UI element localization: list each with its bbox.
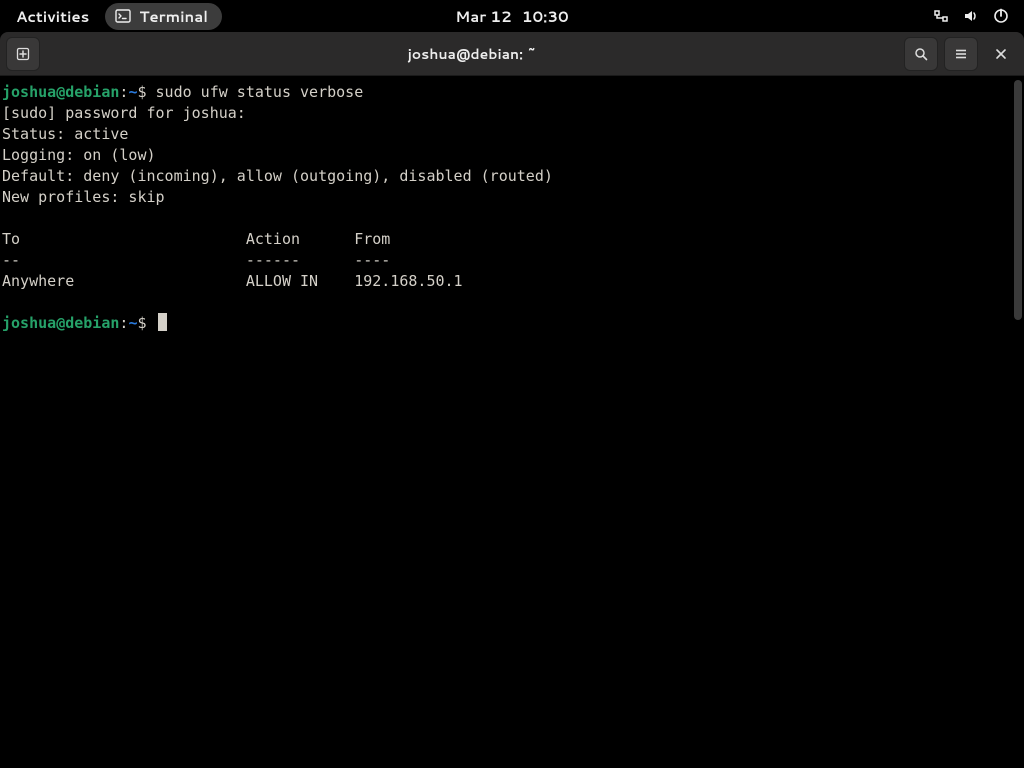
network-icon[interactable]	[932, 7, 950, 25]
terminal-app-icon	[115, 8, 131, 24]
prompt-user: joshua	[2, 83, 56, 101]
activities-button[interactable]: Activities	[8, 4, 97, 29]
topbar-time: 10:30	[522, 6, 569, 27]
prompt-dollar: $	[137, 314, 146, 332]
topbar-left: Activities Terminal	[8, 3, 222, 30]
window-titlebar: joshua@debian: ~	[0, 32, 1024, 76]
app-menu-button[interactable]: Terminal	[105, 3, 222, 30]
prompt-host: debian	[65, 314, 119, 332]
new-tab-button[interactable]	[6, 37, 40, 71]
clock-button[interactable]: Mar 12 10:30	[455, 6, 569, 27]
output-line: Anywhere ALLOW IN 192.168.50.1	[2, 272, 589, 290]
cursor-icon	[158, 313, 167, 331]
terminal-content[interactable]: joshua@debian:~$ sudo ufw status verbose…	[0, 76, 1024, 334]
output-line: Logging: on (low)	[2, 146, 156, 164]
system-tray[interactable]	[932, 7, 1016, 25]
output-line: -- ------ ----	[2, 251, 390, 269]
terminal-viewport[interactable]: joshua@debian:~$ sudo ufw status verbose…	[0, 76, 1024, 768]
terminal-window: joshua@debian: ~ joshua@debian:~$ sudo u…	[0, 32, 1024, 768]
prompt-host: debian	[65, 83, 119, 101]
window-title: joshua@debian: ~	[46, 44, 898, 64]
search-button[interactable]	[904, 37, 938, 71]
prompt-dollar: $	[137, 83, 146, 101]
close-window-button[interactable]	[984, 37, 1018, 71]
scrollbar-thumb[interactable]	[1014, 80, 1022, 320]
volume-icon[interactable]	[962, 7, 980, 25]
output-line: Default: deny (incoming), allow (outgoin…	[2, 167, 553, 185]
hamburger-menu-button[interactable]	[944, 37, 978, 71]
output-line: To Action From	[2, 230, 390, 248]
prompt-user: joshua	[2, 314, 56, 332]
prompt-at: @	[56, 83, 65, 101]
power-icon[interactable]	[992, 7, 1010, 25]
command-text: sudo ufw status verbose	[156, 83, 364, 101]
output-line: Status: active	[2, 125, 128, 143]
app-menu-label: Terminal	[139, 6, 208, 27]
prompt-at: @	[56, 314, 65, 332]
gnome-topbar: Activities Terminal Mar 12 10:30	[0, 0, 1024, 32]
output-line: New profiles: skip	[2, 188, 165, 206]
topbar-date: Mar 12	[455, 6, 512, 27]
output-line: [sudo] password for joshua:	[2, 104, 255, 122]
